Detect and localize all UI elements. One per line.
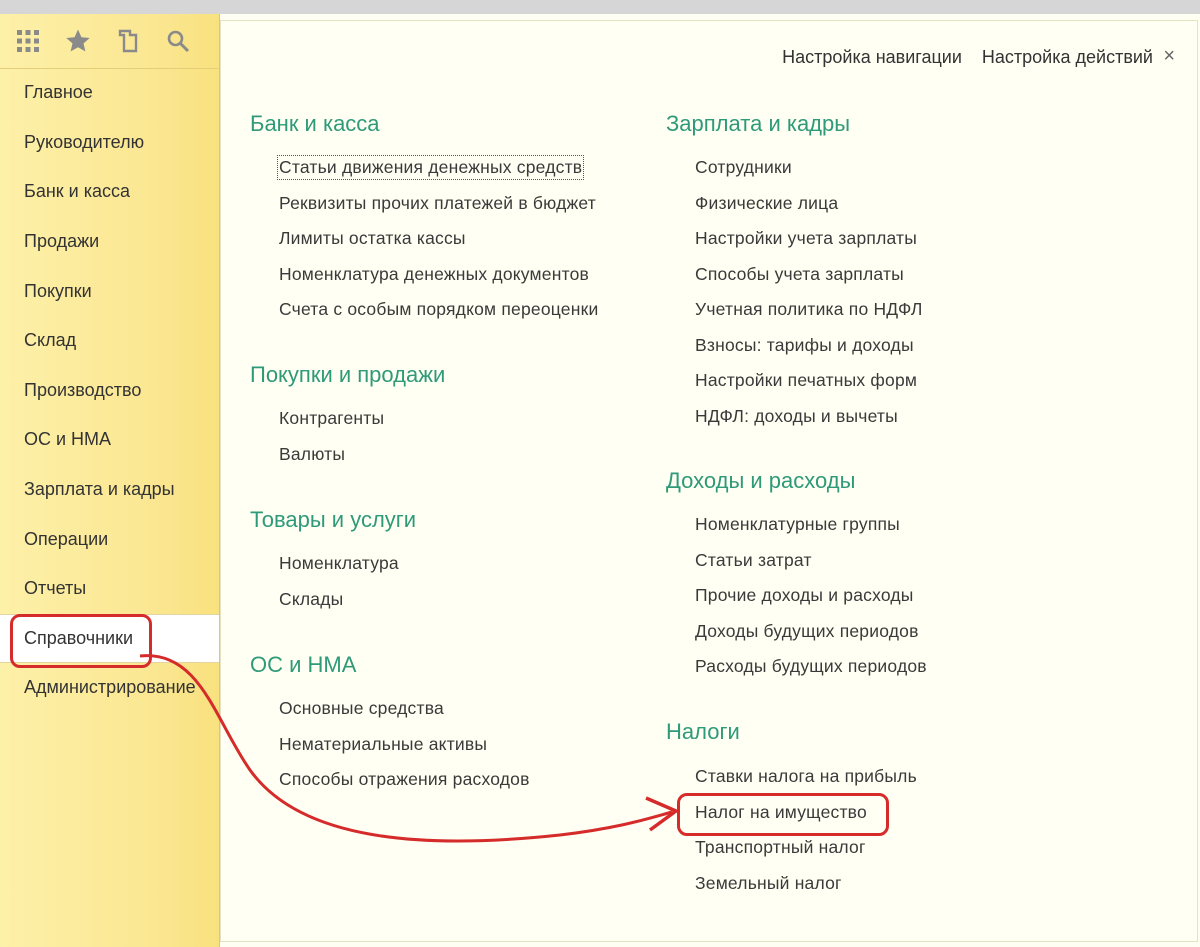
sidebar-item-label: Склад: [24, 330, 77, 351]
section-link[interactable]: Статьи затрат: [695, 550, 812, 571]
section-title: Товары и услуги: [250, 507, 417, 532]
section-title: Доходы и расходы: [666, 468, 856, 493]
sidebar-item-label: Производство: [24, 379, 142, 400]
sidebar-item-label: Продажи: [24, 231, 100, 252]
section-link[interactable]: Земельный налог: [695, 873, 842, 894]
sidebar-item[interactable]: ОС и НМА: [0, 415, 219, 465]
sidebar-item[interactable]: Зарплата и кадры: [0, 465, 219, 515]
section-link[interactable]: Статьи движения денежных средств: [276, 155, 585, 180]
sidebar-item-label: Операции: [24, 528, 109, 549]
section-link[interactable]: Расходы будущих периодов: [695, 656, 927, 677]
sidebar-item[interactable]: Справочники: [0, 613, 219, 664]
section-link[interactable]: Номенклатура: [279, 553, 399, 574]
section-link[interactable]: Доходы будущих периодов: [695, 621, 919, 642]
sidebar-item-label: Руководителю: [24, 131, 145, 152]
section-link[interactable]: Нематериальные активы: [279, 734, 487, 755]
sidebar-item[interactable]: Банк и касса: [0, 167, 219, 217]
section-link[interactable]: Реквизиты прочих платежей в бюджет: [279, 193, 596, 214]
section-link[interactable]: Взносы: тарифы и доходы: [695, 335, 914, 356]
sidebar-item-label: Банк и касса: [24, 181, 130, 202]
section-link[interactable]: Счета с особым порядком переоценки: [279, 299, 598, 320]
actions-settings-link[interactable]: Настройка действий: [982, 47, 1153, 68]
sidebar-item[interactable]: Склад: [0, 316, 219, 366]
section-title: Зарплата и кадры: [666, 111, 851, 136]
sidebar-item-label: Отчеты: [24, 578, 87, 599]
sidebar-item[interactable]: Операции: [0, 514, 219, 564]
section-link[interactable]: Прочие доходы и расходы: [695, 585, 914, 606]
sidebar-item-label: Зарплата и кадры: [24, 479, 175, 500]
sidebar-item[interactable]: Отчеты: [0, 564, 219, 614]
search-icon[interactable]: [164, 27, 192, 55]
section-link[interactable]: Контрагенты: [279, 408, 384, 429]
close-icon[interactable]: ×: [1163, 45, 1175, 68]
section-link[interactable]: Транспортный налог: [695, 837, 866, 858]
section-title: Банк и касса: [250, 111, 380, 136]
sidebar-item[interactable]: Руководителю: [0, 118, 219, 168]
navigation-settings-link[interactable]: Настройка навигации: [782, 47, 962, 68]
sidebar-item[interactable]: Покупки: [0, 266, 219, 316]
section-link[interactable]: Лимиты остатка кассы: [279, 228, 466, 249]
section-link[interactable]: Сотрудники: [695, 157, 792, 178]
section-title: ОС и НМА: [250, 652, 357, 677]
section-link[interactable]: Номенклатурные группы: [695, 514, 900, 535]
section-link[interactable]: Основные средства: [279, 698, 444, 719]
sidebar-toolbar: [0, 14, 219, 69]
history-icon[interactable]: [114, 27, 142, 55]
section-link[interactable]: Настройки учета зарплаты: [695, 228, 917, 249]
section-link[interactable]: Налог на имущество: [695, 802, 867, 823]
section-link[interactable]: Валюты: [279, 444, 345, 465]
sidebar-item-label: ОС и НМА: [24, 429, 112, 450]
sidebar: Главное Руководителю Банк и касса Продажи По…: [0, 14, 220, 947]
sidebar-item[interactable]: Производство: [0, 366, 219, 416]
header-links: Настройка навигации Настройка действий: [782, 47, 1153, 68]
section-link[interactable]: Способы отражения расходов: [279, 769, 530, 790]
sidebar-item-label: Администрирование: [24, 677, 196, 698]
sidebar-item[interactable]: Главное: [0, 68, 219, 118]
sidebar-item-label: Справочники: [24, 627, 134, 648]
section-link[interactable]: Ставки налога на прибыль: [695, 766, 917, 787]
sidebar-item-label: Покупки: [24, 280, 92, 301]
section-link[interactable]: Способы учета зарплаты: [695, 264, 904, 285]
section-title: Покупки и продажи: [250, 362, 446, 387]
section-link[interactable]: Учетная политика по НДФЛ: [695, 299, 923, 320]
sidebar-item[interactable]: Продажи: [0, 217, 219, 267]
section-link[interactable]: Номенклатура денежных документов: [279, 264, 589, 285]
apps-grid-icon[interactable]: [14, 27, 42, 55]
section-link[interactable]: НДФЛ: доходы и вычеты: [695, 406, 898, 427]
section-link[interactable]: Склады: [279, 589, 343, 610]
sidebar-item[interactable]: Администрирование: [0, 663, 219, 713]
sidebar-menu: Главное Руководителю Банк и касса Продажи По…: [0, 68, 219, 713]
section-link[interactable]: Настройки печатных форм: [695, 370, 917, 391]
star-icon[interactable]: [64, 27, 92, 55]
section-link[interactable]: Физические лица: [695, 193, 838, 214]
main-panel: Настройка навигации Настройка действий ×…: [220, 20, 1198, 942]
section-title: Налоги: [666, 719, 740, 744]
sidebar-item-label: Главное: [24, 82, 93, 103]
